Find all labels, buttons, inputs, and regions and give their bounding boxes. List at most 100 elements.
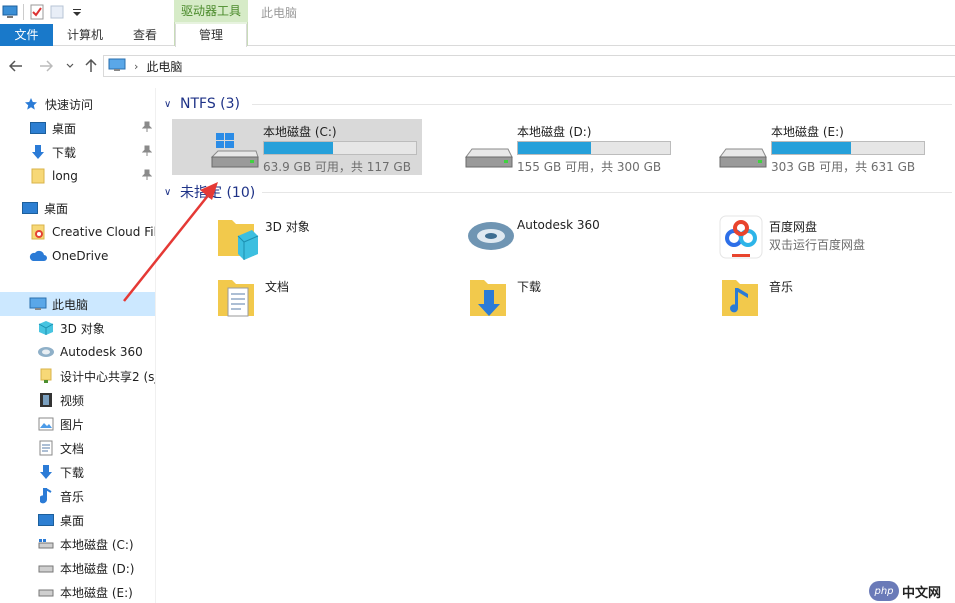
drive-icon xyxy=(37,583,55,601)
sidebar-item-drive-e[interactable]: 本地磁盘 (E:) xyxy=(0,580,155,603)
sidebar-item-this-pc[interactable]: 此电脑 xyxy=(0,292,155,316)
folder-autodesk-360[interactable]: Autodesk 360 xyxy=(426,210,676,266)
sidebar-item-label: 图片 xyxy=(60,417,85,432)
sidebar-item-label: 文档 xyxy=(60,441,85,456)
navigation-bar: › 此电脑 xyxy=(0,52,955,80)
sidebar-item-label: 快速访问 xyxy=(45,97,94,112)
tab-view[interactable]: 查看 xyxy=(116,24,174,46)
new-folder-icon[interactable] xyxy=(47,2,67,22)
autodesk-icon xyxy=(37,343,55,361)
music-icon xyxy=(718,274,764,320)
breadcrumb-separator-icon: › xyxy=(134,59,139,73)
3d-objects-icon xyxy=(214,214,260,260)
creative-cloud-icon xyxy=(29,223,47,241)
group-header-unspecified[interactable]: ∨ 未指定 (10) xyxy=(160,182,255,202)
onedrive-icon xyxy=(29,247,47,265)
sidebar-item-desktop-2[interactable]: 桌面 xyxy=(0,508,155,532)
folder-3d-objects[interactable]: 3D 对象 xyxy=(174,210,424,266)
desktop-icon xyxy=(21,199,39,217)
sidebar-item-pictures[interactable]: 图片 xyxy=(0,412,155,436)
sidebar-item-label: 音乐 xyxy=(60,489,85,504)
breadcrumb-item[interactable]: 此电脑 xyxy=(146,58,182,75)
sidebar-item-documents[interactable]: 文档 xyxy=(0,436,155,460)
drive-usage-fill xyxy=(264,142,333,154)
drive-c-tile[interactable]: 本地磁盘 (C:) 63.9 GB 可用，共 117 GB xyxy=(172,119,422,175)
tab-file[interactable]: 文件 xyxy=(0,24,53,46)
address-bar[interactable]: › 此电脑 xyxy=(103,55,955,77)
folder-name: Autodesk 360 xyxy=(517,218,600,232)
star-icon xyxy=(22,95,40,113)
sidebar-item-label: 桌面 xyxy=(52,121,77,136)
site-watermark: php 中文网 xyxy=(869,579,953,603)
tab-manage[interactable]: 管理 xyxy=(175,24,247,47)
sidebar-item-label: 本地磁盘 (E:) xyxy=(60,585,133,600)
sidebar-item-desktop-pinned[interactable]: 桌面 xyxy=(0,116,155,140)
pin-icon[interactable] xyxy=(141,145,153,160)
sidebar-item-long[interactable]: long xyxy=(0,164,155,188)
download-icon xyxy=(29,143,47,161)
drive-name: 本地磁盘 (D:) xyxy=(517,125,592,139)
group-header-ntfs[interactable]: ∨ NTFS (3) xyxy=(160,94,240,114)
forward-arrow-icon[interactable] xyxy=(36,56,56,76)
chevron-down-icon[interactable]: ∨ xyxy=(164,187,180,198)
group-divider xyxy=(252,104,952,105)
watermark-logo: php xyxy=(869,581,899,601)
watermark-text: 中文网 xyxy=(902,585,942,601)
sidebar-item-label: 本地磁盘 (C:) xyxy=(60,537,134,552)
sidebar-item-autodesk-360[interactable]: Autodesk 360 xyxy=(0,340,155,364)
properties-icon[interactable] xyxy=(27,2,47,22)
sidebar-item-desktop[interactable]: 桌面 xyxy=(0,196,155,220)
sidebar-item-creative-cloud[interactable]: Creative Cloud Files xyxy=(0,220,155,244)
folder-name: 文档 xyxy=(265,280,290,294)
sidebar-item-label: 下载 xyxy=(52,145,77,160)
drive-e-tile[interactable]: 本地磁盘 (E:) 303 GB 可用，共 631 GB xyxy=(680,119,930,175)
sidebar-item-3d-objects[interactable]: 3D 对象 xyxy=(0,316,155,340)
drive-free-space: 63.9 GB 可用，共 117 GB xyxy=(263,160,411,174)
folder-name: 下载 xyxy=(517,280,542,294)
folder-documents[interactable]: 文档 xyxy=(174,270,424,326)
sidebar-item-label: 视频 xyxy=(60,393,85,408)
sidebar-item-network-share[interactable]: 设计中心共享2 (sj xyxy=(0,364,155,388)
sidebar-item-drive-d[interactable]: 本地磁盘 (D:) xyxy=(0,556,155,580)
drive-d-tile[interactable]: 本地磁盘 (D:) 155 GB 可用，共 300 GB xyxy=(426,119,676,175)
computer-icon[interactable] xyxy=(0,2,20,22)
pin-icon[interactable] xyxy=(141,169,153,184)
chevron-down-icon[interactable]: ∨ xyxy=(164,99,180,110)
sidebar-item-downloads[interactable]: 下载 xyxy=(0,460,155,484)
sidebar-item-music[interactable]: 音乐 xyxy=(0,484,155,508)
sidebar-item-label: 下载 xyxy=(60,465,85,480)
up-arrow-icon[interactable] xyxy=(81,56,101,76)
window-title: 此电脑 xyxy=(261,6,298,20)
group-header-label: 未指定 (10) xyxy=(180,185,256,201)
folder-downloads[interactable]: 下载 xyxy=(426,270,676,326)
documents-icon xyxy=(37,439,55,457)
pin-icon[interactable] xyxy=(141,121,153,136)
tab-computer[interactable]: 计算机 xyxy=(56,24,114,46)
drive-icon xyxy=(464,131,514,171)
folder-name: 3D 对象 xyxy=(265,220,310,234)
sidebar-item-label: long xyxy=(52,169,78,183)
sidebar-item-drive-c[interactable]: 本地磁盘 (C:) xyxy=(0,532,155,556)
app-baidu-netdisk[interactable]: 百度网盘 双击运行百度网盘 xyxy=(678,210,928,266)
drive-usage-bar xyxy=(263,141,417,155)
customize-toolbar-icon[interactable] xyxy=(67,2,87,22)
quick-access-toolbar xyxy=(0,0,87,24)
sidebar-item-label: OneDrive xyxy=(52,249,109,263)
sidebar-item-quick-access[interactable]: 快速访问 xyxy=(0,92,155,116)
sidebar-item-label: 此电脑 xyxy=(52,297,89,312)
back-arrow-icon[interactable] xyxy=(6,56,26,76)
navigation-pane: 快速访问 桌面 下载 long 桌面 Creative Cloud Fi One… xyxy=(0,88,156,603)
folder-music[interactable]: 音乐 xyxy=(678,270,928,326)
video-icon xyxy=(37,391,55,409)
sidebar-item-videos[interactable]: 视频 xyxy=(0,388,155,412)
sidebar-item-label: 3D 对象 xyxy=(60,321,105,336)
recent-locations-chevron-icon[interactable] xyxy=(60,56,80,76)
drive-free-space: 303 GB 可用，共 631 GB xyxy=(771,160,916,174)
sidebar-item-onedrive[interactable]: OneDrive xyxy=(0,244,155,268)
drive-icon xyxy=(718,131,768,171)
sidebar-item-downloads-pinned[interactable]: 下载 xyxy=(0,140,155,164)
music-icon xyxy=(37,487,55,505)
autodesk-icon xyxy=(466,214,514,260)
computer-icon xyxy=(108,58,126,75)
content-pane: ∨ NTFS (3) 本地磁盘 (C:) 63.9 GB 可用，共 117 GB xyxy=(160,88,955,603)
